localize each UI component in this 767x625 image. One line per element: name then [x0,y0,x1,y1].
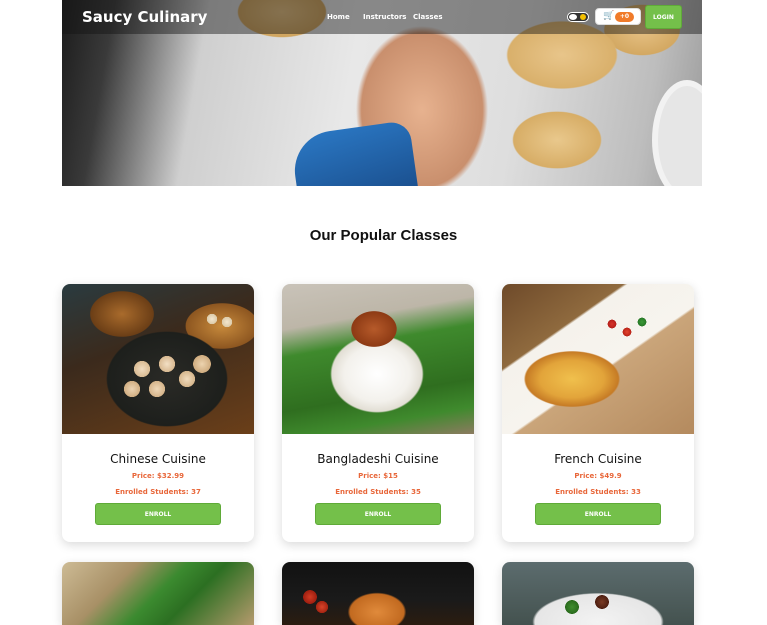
hero-image-plate [652,80,702,186]
class-price: Price: $32.99 [131,472,185,480]
class-image [502,562,694,625]
nav-link-home[interactable]: Home [327,13,350,21]
toggle-knob [569,14,577,20]
brand-logo[interactable]: Saucy Culinary [82,8,207,26]
class-price: Price: $49.9 [574,472,622,480]
login-button[interactable]: LOGIN [645,5,682,29]
class-name: French Cuisine [554,452,642,466]
class-enrolled: Enrolled Students: 37 [115,488,201,496]
sun-icon [580,14,586,20]
class-image [282,284,474,434]
class-enrolled: Enrolled Students: 35 [335,488,421,496]
class-card [282,562,474,625]
class-price: Price: $15 [358,472,398,480]
nav-link-classes[interactable]: Classes [413,13,443,21]
navbar: Saucy Culinary Home Instructors Classes … [62,0,702,34]
class-card [502,562,694,625]
hero-banner: Saucy Culinary Home Instructors Classes … [62,0,702,186]
section-title: Our Popular Classes [309,227,458,244]
enroll-button[interactable]: ENROLL [315,503,441,525]
class-image [62,284,254,434]
class-name: Bangladeshi Cuisine [317,452,439,466]
cart-button[interactable]: 🛒 +0 [595,8,641,25]
cart-count-badge: +0 [615,12,634,22]
theme-toggle[interactable] [567,12,589,22]
class-image [502,284,694,434]
class-card: Chinese Cuisine Price: $32.99 Enrolled S… [62,284,254,542]
hero-image-sleeve [289,119,419,186]
class-image [282,562,474,625]
enroll-button[interactable]: ENROLL [95,503,221,525]
cart-icon: 🛒 [603,11,615,21]
enroll-button[interactable]: ENROLL [535,503,661,525]
class-card: Bangladeshi Cuisine Price: $15 Enrolled … [282,284,474,542]
class-card [62,562,254,625]
class-name: Chinese Cuisine [110,452,206,466]
nav-link-instructors[interactable]: Instructors [363,13,406,21]
class-image [62,562,254,625]
class-card: French Cuisine Price: $49.9 Enrolled Stu… [502,284,694,542]
class-enrolled: Enrolled Students: 33 [555,488,641,496]
